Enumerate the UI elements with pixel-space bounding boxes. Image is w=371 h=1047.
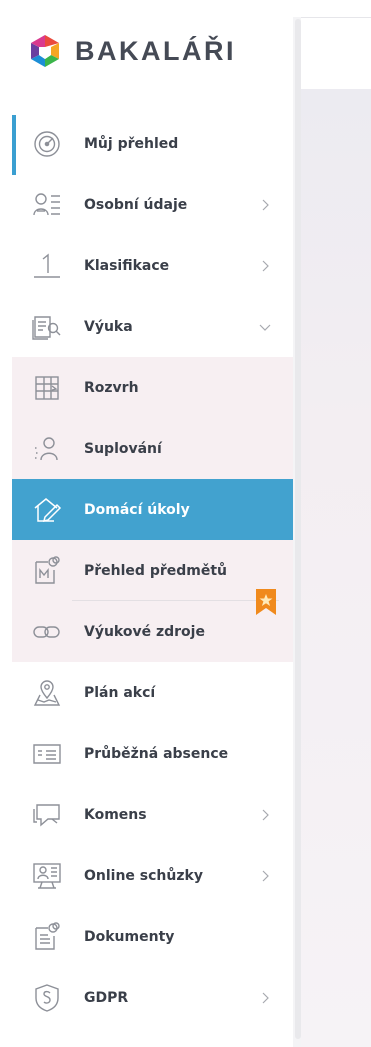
sidebar-item-label: Komens: [84, 806, 147, 823]
timetable-icon: [32, 373, 62, 403]
sidebar-item-label: GDPR: [84, 989, 129, 1006]
documents-icon: [32, 921, 62, 952]
chevron-right-icon: [262, 199, 269, 210]
substitution-icon: [32, 434, 62, 464]
bakalari-logo-icon: [31, 35, 59, 67]
sidebar-item-rozvrh[interactable]: Rozvrh: [12, 357, 293, 418]
chevron-down-icon: [259, 324, 271, 331]
sidebar-item-klasifikace[interactable]: Klasifikace: [12, 235, 293, 296]
sidebar-item-label: Osobní údaje: [84, 196, 188, 213]
teaching-icon: [32, 312, 62, 342]
gdpr-shield-icon: [32, 983, 62, 1013]
sidebar-item-vyukove-zdroje[interactable]: Výukové zdroje: [12, 589, 293, 662]
personal-data-icon: [32, 190, 62, 220]
sidebar-item-label: Výukové zdroje: [84, 623, 205, 640]
sidebar-item-label: Rozvrh: [84, 379, 139, 396]
sidebar-item-label: Plán akcí: [84, 684, 156, 701]
sidebar-item-prehled-predmetu[interactable]: Přehled předmětů: [12, 540, 293, 601]
sidebar-item-online-schuzky[interactable]: Online schůzky: [12, 845, 293, 906]
sidebar-item-komens[interactable]: Komens: [12, 784, 293, 845]
sidebar-item-vyuka[interactable]: Výuka: [12, 296, 293, 357]
messages-icon: [32, 800, 62, 830]
dashboard-gauge-icon: [32, 129, 62, 159]
events-map-icon: [32, 678, 62, 708]
sidebar-item-label: Suplování: [84, 440, 162, 457]
main-content: [294, 89, 371, 1047]
sidebar-item-label: Online schůzky: [84, 867, 203, 884]
sidebar-item-plan-akci[interactable]: Plán akcí: [12, 662, 293, 723]
top-bar: [294, 18, 371, 89]
sidebar-item-dokumenty[interactable]: Dokumenty: [12, 906, 293, 967]
sidebar: BAKALÁŘI Můj přehled Osobní údaje Klasif…: [12, 17, 301, 1047]
app-name: BAKALÁŘI: [75, 35, 236, 66]
link-chain-icon: [32, 617, 62, 647]
chevron-right-icon: [262, 260, 269, 271]
sidebar-item-label: Průběžná absence: [84, 745, 229, 762]
sidebar-item-label: Výuka: [84, 318, 133, 335]
sidebar-item-osobni-udaje[interactable]: Osobní údaje: [12, 174, 293, 235]
sidebar-item-suplovani[interactable]: Suplování: [12, 418, 293, 479]
scrollbar-thumb[interactable]: [295, 19, 301, 1039]
absence-card-icon: [32, 739, 62, 769]
sidebar-item-label: Domácí úkoly: [84, 501, 190, 518]
homework-icon: [32, 495, 62, 525]
chevron-right-icon: [262, 809, 269, 820]
sidebar-item-prubezna-absence[interactable]: Průběžná absence: [12, 723, 293, 784]
chevron-right-icon: [262, 870, 269, 881]
app-logo[interactable]: BAKALÁŘI: [29, 31, 236, 71]
sidebar-item-label: Klasifikace: [84, 257, 170, 274]
grade-one-icon: [32, 251, 62, 281]
sidebar-item-domaci-ukoly[interactable]: Domácí úkoly: [12, 479, 293, 540]
subjects-overview-icon: [32, 555, 62, 586]
sidebar-item-label: Přehled předmětů: [84, 562, 228, 579]
online-meeting-icon: [32, 861, 62, 891]
sidebar-item-label: Dokumenty: [84, 928, 175, 945]
sidebar-item-muj-prehled[interactable]: Můj přehled: [12, 113, 293, 175]
chevron-right-icon: [262, 992, 269, 1003]
sidebar-nav: Můj přehled Osobní údaje Klasifikace Výu…: [12, 113, 293, 1028]
new-bookmark-icon: [256, 589, 276, 615]
sidebar-item-gdpr[interactable]: GDPR: [12, 967, 293, 1028]
sidebar-item-label: Můj přehled: [84, 135, 179, 152]
